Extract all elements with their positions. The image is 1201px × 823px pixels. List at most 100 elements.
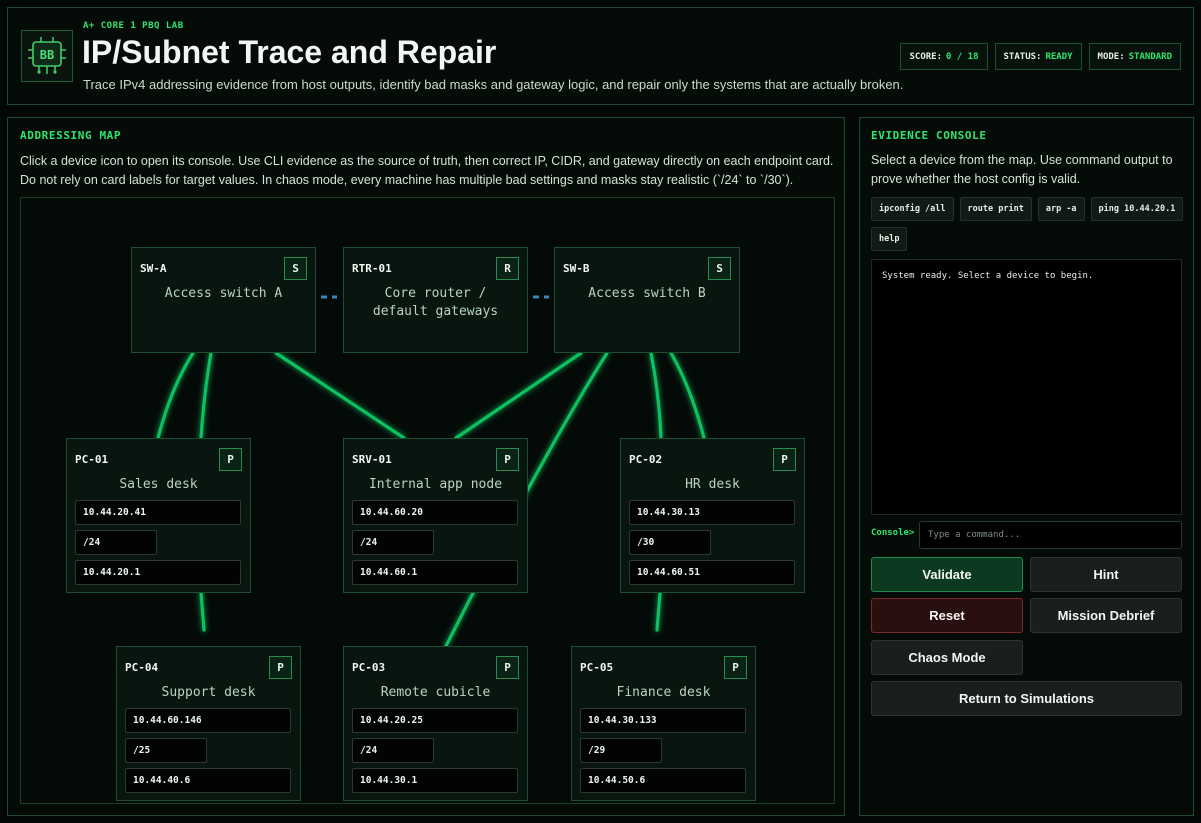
- score-badge: SCORE: 0 / 18: [900, 43, 988, 70]
- pc-icon[interactable]: P: [773, 448, 796, 471]
- cmd-route-print-button[interactable]: route print: [959, 197, 1032, 221]
- cidr-field[interactable]: [580, 738, 662, 763]
- evidence-console-panel: EVIDENCE CONSOLE Select a device from th…: [859, 117, 1194, 816]
- gateway-field[interactable]: [629, 560, 795, 585]
- ip-field[interactable]: [352, 708, 518, 733]
- device-id: RTR-01: [352, 262, 392, 275]
- svg-text:BB: BB: [40, 48, 54, 62]
- device-name: Support desk: [161, 685, 256, 700]
- device-id: PC-03: [352, 661, 386, 674]
- status-value: READY: [1045, 51, 1073, 62]
- mode-value: STANDARD: [1128, 51, 1172, 62]
- mission-debrief-button[interactable]: Mission Debrief: [1030, 598, 1182, 633]
- ip-field[interactable]: [580, 708, 746, 733]
- console-prompt: Console>: [871, 528, 915, 538]
- pc-icon[interactable]: P: [269, 656, 292, 679]
- switch-icon[interactable]: S: [284, 257, 307, 280]
- device-id: SRV-01: [352, 453, 392, 466]
- link-swb-pc02-a: [649, 351, 663, 440]
- gateway-field[interactable]: [125, 768, 291, 793]
- eyebrow-label: A+ CORE 1 PBQ LAB: [83, 21, 184, 31]
- device-name: Access switch B: [588, 286, 706, 301]
- device-name: Core router / default gateways: [372, 286, 499, 319]
- device-sw-b: SW-B S Access switch B: [554, 247, 740, 353]
- cidr-field[interactable]: [629, 530, 711, 555]
- cidr-field[interactable]: [352, 738, 434, 763]
- return-to-simulations-button[interactable]: Return to Simulations: [871, 681, 1182, 716]
- device-name: Sales desk: [119, 477, 198, 492]
- device-pc-05: PC-05 P Finance desk: [571, 646, 756, 801]
- device-rtr-01: RTR-01 R Core router / default gateways: [343, 247, 528, 353]
- status-badges: SCORE: 0 / 18 STATUS: READY MODE: STANDA…: [900, 43, 1181, 70]
- page-subtitle: Trace IPv4 addressing evidence from host…: [83, 77, 904, 92]
- hint-button[interactable]: Hint: [1030, 557, 1182, 592]
- device-pc-02: PC-02 P HR desk: [620, 438, 805, 593]
- gateway-field[interactable]: [580, 768, 746, 793]
- router-icon[interactable]: R: [496, 257, 519, 280]
- link-pc01-pc04: [199, 591, 206, 632]
- device-pc-04: PC-04 P Support desk: [116, 646, 301, 801]
- device-name: Finance desk: [616, 685, 711, 700]
- score-value: 0 / 18: [946, 51, 979, 62]
- console-input[interactable]: [919, 521, 1182, 549]
- device-name: HR desk: [685, 477, 740, 492]
- link-swb-pc02-b: [669, 351, 706, 440]
- status-badge: STATUS: READY: [994, 43, 1082, 70]
- console-output: System ready. Select a device to begin.: [871, 259, 1182, 515]
- cidr-field[interactable]: [125, 738, 207, 763]
- page-title: IP/Subnet Trace and Repair: [82, 34, 497, 70]
- cidr-field[interactable]: [75, 530, 157, 555]
- link-swa-pc01-a: [156, 351, 195, 440]
- pc-icon[interactable]: P: [496, 656, 519, 679]
- command-shortcuts: ipconfig /all route print arp -a ping 10…: [871, 197, 1191, 251]
- device-id: SW-A: [140, 262, 167, 275]
- switch-icon[interactable]: S: [708, 257, 731, 280]
- link-swa-pc01-b: [199, 351, 213, 440]
- link-pc02-pc05: [655, 591, 662, 632]
- device-sw-a: SW-A S Access switch A: [131, 247, 316, 353]
- device-pc-01: PC-01 P Sales desk: [66, 438, 251, 593]
- evidence-title: EVIDENCE CONSOLE: [871, 129, 987, 142]
- chaos-mode-button[interactable]: Chaos Mode: [871, 640, 1023, 675]
- validate-button[interactable]: Validate: [871, 557, 1023, 592]
- ip-field[interactable]: [629, 500, 795, 525]
- device-pc-03: PC-03 P Remote cubicle: [343, 646, 528, 801]
- device-id: PC-01: [75, 453, 109, 466]
- reset-button[interactable]: Reset: [871, 598, 1023, 633]
- mode-label: MODE:: [1097, 51, 1125, 62]
- device-name: Internal app node: [368, 477, 503, 492]
- cidr-field[interactable]: [352, 530, 434, 555]
- evidence-description: Select a device from the map. Use comman…: [871, 153, 1173, 186]
- status-label: STATUS:: [1003, 51, 1042, 62]
- addressing-map-panel: ADDRESSING MAP Click a device icon to op…: [7, 117, 845, 816]
- pc-icon[interactable]: P: [724, 656, 747, 679]
- gateway-field[interactable]: [75, 560, 241, 585]
- pc-icon[interactable]: P: [219, 448, 242, 471]
- device-id: PC-02: [629, 453, 663, 466]
- logo: BB: [21, 30, 73, 82]
- link-swa-srv01: [274, 351, 406, 440]
- device-id: PC-05: [580, 661, 614, 674]
- header: BB A+ CORE 1 PBQ LAB IP/Subnet Trace and…: [7, 7, 1194, 105]
- device-id: PC-04: [125, 661, 159, 674]
- mode-badge: MODE: STANDARD: [1088, 43, 1181, 70]
- map-description: Click a device icon to open its console.…: [20, 154, 834, 187]
- cmd-arp-button[interactable]: arp -a: [1037, 197, 1085, 221]
- gateway-field[interactable]: [352, 768, 518, 793]
- ip-field[interactable]: [75, 500, 241, 525]
- ip-field[interactable]: [125, 708, 291, 733]
- pc-icon[interactable]: P: [496, 448, 519, 471]
- device-name: Remote cubicle: [380, 685, 491, 700]
- score-label: SCORE:: [909, 51, 942, 62]
- gateway-field[interactable]: [352, 560, 518, 585]
- cmd-ping-button[interactable]: ping 10.44.20.1: [1090, 197, 1184, 221]
- circuit-logo-icon: BB: [28, 37, 66, 74]
- device-id: SW-B: [563, 262, 590, 275]
- map-title: ADDRESSING MAP: [20, 129, 122, 142]
- network-map: SW-A S Access switch A RTR-01 R Core rou…: [20, 197, 835, 804]
- ip-field[interactable]: [352, 500, 518, 525]
- cmd-ipconfig-button[interactable]: ipconfig /all: [871, 197, 954, 221]
- cmd-help-button[interactable]: help: [871, 227, 908, 251]
- device-name: Access switch A: [164, 286, 283, 301]
- device-srv-01: SRV-01 P Internal app node: [343, 438, 528, 593]
